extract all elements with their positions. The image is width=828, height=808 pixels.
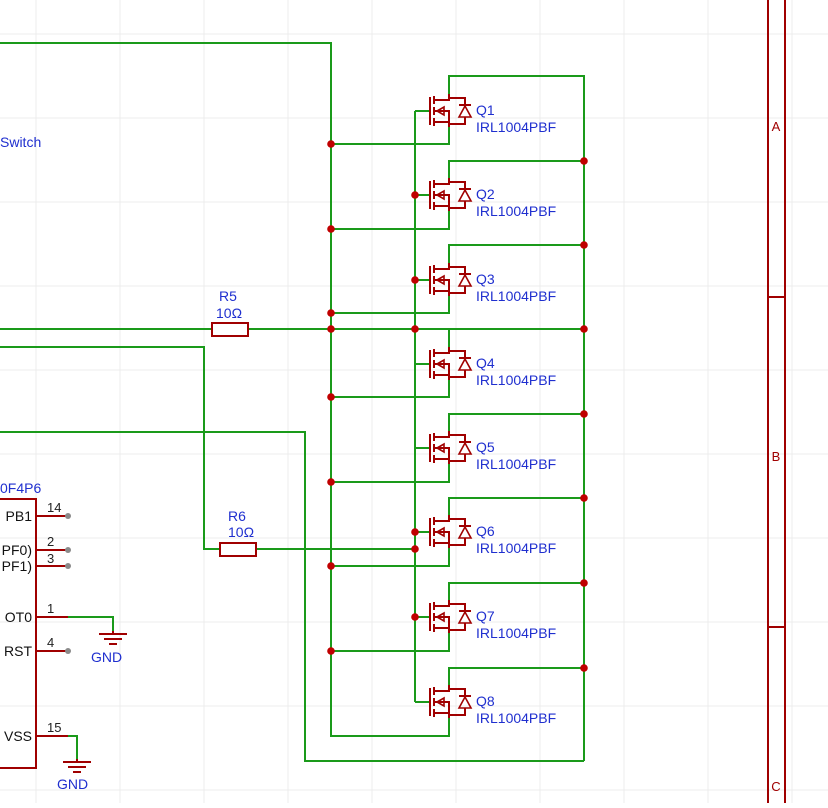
mosfet-value: IRL1004PBF [476,119,556,135]
mosfet-value: IRL1004PBF [476,288,556,304]
mosfet-ref: Q3 [476,271,495,287]
r6-ref: R6 [228,508,246,524]
junction-dot [411,545,419,553]
mosfet-ref: Q2 [476,186,495,202]
mosfet-value: IRL1004PBF [476,540,556,556]
junction-dot [327,562,335,570]
r6-value: 10Ω [228,524,254,540]
junction-dot [580,494,588,502]
wire-switch-net [0,42,450,737]
mosfet-value: IRL1004PBF [476,625,556,641]
mosfet-ref: Q7 [476,608,495,624]
junction-dot [580,579,588,587]
mcu-pin-number: 4 [47,635,54,650]
border-zone-b: B [772,449,781,464]
r5-ref: R5 [219,288,237,304]
mosfet-ref: Q4 [476,355,495,371]
mcu-pin-name: OT0 [5,609,32,625]
junction-dot [580,241,588,249]
resistor-r5[interactable]: R5 10Ω [211,288,249,337]
mcu-symbol[interactable]: 0F4P6 PB1 14 PF0) 2 PF1) 3 OT0 1 RST 4 V… [0,480,71,769]
mosfet-value: IRL1004PBF [476,456,556,472]
mosfet-ref: Q8 [476,693,495,709]
mcu-pin-number: 15 [47,720,61,735]
junction-dot [411,613,419,621]
junctions [327,140,588,672]
mcu-pin-name: VSS [4,728,32,744]
sheet-border: A B C [767,0,786,803]
wire-gate-stubs [415,110,430,703]
wire-drain-ties [448,75,585,761]
mosfet-value: IRL1004PBF [476,372,556,388]
mosfet-ref: Q6 [476,523,495,539]
mcu-pin-name: PB1 [6,508,33,524]
mcu-part-label: 0F4P6 [0,480,41,496]
resistor-r6[interactable]: R6 10Ω [219,508,257,557]
junction-dot [580,410,588,418]
junction-dot [411,276,419,284]
junction-dot [327,309,335,317]
mcu-pin-number: 2 [47,534,54,549]
mcu-pin-name: PF0) [2,542,32,558]
schematic-canvas: R5 10Ω R6 10Ω Q1IRL1004PBFQ2IRL1004PBFQ3… [0,0,828,803]
gnd-label: GND [91,649,122,665]
junction-dot [411,325,419,333]
junction-dot [580,157,588,165]
wire-ot0-gnd [68,616,114,631]
mosfets: Q1IRL1004PBFQ2IRL1004PBFQ3IRL1004PBFQ4IR… [429,94,556,726]
wire-r6-net [0,346,415,550]
mosfet-ref: Q1 [476,102,495,118]
junction-dot [327,478,335,486]
mosfet-value: IRL1004PBF [476,710,556,726]
border-zone-a: A [772,119,781,134]
mcu-pin-number: 14 [47,500,61,515]
junction-dot [327,325,335,333]
junction-dot [580,325,588,333]
mcu-pin-lines [36,515,68,737]
junction-dot [411,191,419,199]
schematic-sheet[interactable]: R5 10Ω R6 10Ω Q1 IRL1004PBF Q2 IRL1004PBF Q3… [0,0,828,803]
junction-dot [580,664,588,672]
junction-dot [411,528,419,536]
wire-source-ties [331,127,450,652]
junction-dot [327,647,335,655]
switch-net-label: Switch [0,134,41,150]
mosfet-ref: Q5 [476,439,495,455]
gnd-label: GND [57,776,88,792]
mcu-pin-number: 1 [47,601,54,616]
junction-dot [327,225,335,233]
wires [0,42,585,762]
junction-dot [327,393,335,401]
mcu-pin-name: RST [4,643,32,659]
mosfet-value: IRL1004PBF [476,203,556,219]
wire-vss-gnd [68,735,78,759]
gnd-symbol[interactable]: GND [57,759,91,792]
mcu-pin-name: PF1) [2,558,32,574]
r5-value: 10Ω [216,305,242,321]
mcu-pin-number: 3 [47,551,54,566]
border-zone-c: C [771,779,780,794]
gnd-symbol[interactable]: GND [91,631,127,665]
junction-dot [327,140,335,148]
